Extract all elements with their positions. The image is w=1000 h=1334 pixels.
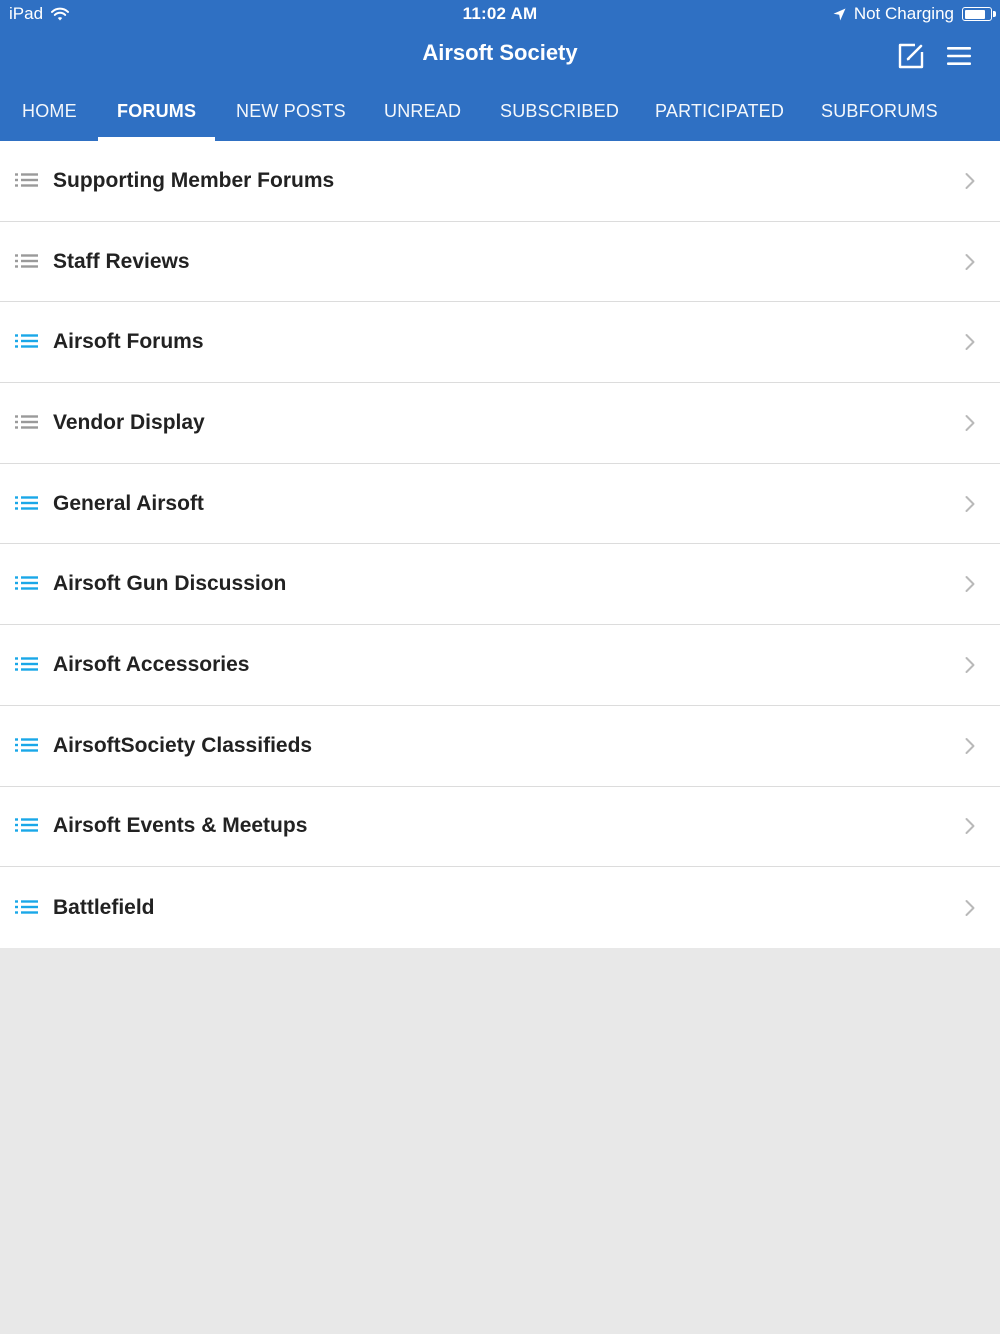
forum-title: Vendor Display <box>53 410 205 434</box>
forum-title: Battlefield <box>53 895 155 919</box>
forum-row[interactable]: Battlefield <box>0 867 1000 948</box>
forum-title: Airsoft Gun Discussion <box>53 572 287 596</box>
list-icon <box>15 737 38 754</box>
list-icon <box>15 415 38 431</box>
forum-row[interactable]: Airsoft Forums <box>0 302 1000 384</box>
forum-row[interactable]: Airsoft Gun Discussion <box>0 544 1000 626</box>
hamburger-menu-icon[interactable] <box>945 44 973 68</box>
forum-row[interactable]: Staff Reviews <box>0 222 1000 303</box>
chevron-right-icon <box>965 818 975 835</box>
chevron-right-icon <box>965 334 975 351</box>
location-arrow-icon <box>833 8 846 20</box>
forum-title: Airsoft Forums <box>53 330 204 354</box>
forum-title: Airsoft Events & Meetups <box>53 814 308 838</box>
compose-icon[interactable] <box>897 42 925 70</box>
tab-bar: HOME FORUMS NEW POSTS UNREAD SUBSCRIBED … <box>0 88 1000 141</box>
chevron-right-icon <box>965 656 975 673</box>
tab-forums[interactable]: FORUMS <box>97 88 216 141</box>
tab-subscribed[interactable]: SUBSCRIBED <box>500 88 619 141</box>
chevron-right-icon <box>965 495 975 512</box>
chevron-right-icon <box>965 737 975 754</box>
chevron-right-icon <box>965 576 975 593</box>
forum-row[interactable]: AirsoftSociety Classifieds <box>0 706 1000 787</box>
forum-title: AirsoftSociety Classifieds <box>53 733 313 757</box>
list-icon <box>15 818 38 834</box>
list-icon <box>15 899 38 916</box>
forum-row[interactable]: Vendor Display <box>0 383 1000 464</box>
list-icon <box>15 495 38 512</box>
forum-row[interactable]: Airsoft Accessories <box>0 625 1000 706</box>
forum-row[interactable]: Airsoft Events & Meetups <box>0 787 1000 868</box>
forum-title: Supporting Member Forums <box>53 168 335 192</box>
chevron-right-icon <box>965 253 975 270</box>
list-icon <box>15 576 38 592</box>
list-icon <box>15 657 38 673</box>
list-icon <box>15 253 38 270</box>
tab-subforums[interactable]: SUBFORUMS <box>821 88 938 141</box>
forum-title: Staff Reviews <box>53 249 190 273</box>
chevron-right-icon <box>965 172 975 189</box>
forum-title: Airsoft Accessories <box>53 652 250 676</box>
battery-icon <box>962 7 996 21</box>
tab-unread[interactable]: UNREAD <box>384 88 461 141</box>
forum-row[interactable]: General Airsoft <box>0 464 1000 545</box>
forum-list: Supporting Member Forums Staff Reviews Air… <box>0 141 1000 948</box>
battery-status-text: Not Charging <box>853 4 954 23</box>
chevron-right-icon <box>965 414 975 431</box>
top-bar: iPad 11:02 AM Not Charging Airsoft Socie… <box>0 0 1000 141</box>
tab-home[interactable]: HOME <box>22 88 77 141</box>
tab-new-posts[interactable]: NEW POSTS <box>236 88 346 141</box>
list-icon <box>15 334 38 350</box>
forum-title: General Airsoft <box>53 491 204 515</box>
page-title: Airsoft Society <box>422 40 578 65</box>
chevron-right-icon <box>965 899 975 916</box>
forum-row[interactable]: Supporting Member Forums <box>0 141 1000 222</box>
status-bar: iPad 11:02 AM Not Charging <box>0 0 1000 28</box>
battery-level <box>964 9 985 19</box>
list-icon <box>15 173 38 189</box>
tab-participated[interactable]: PARTICIPATED <box>655 88 784 141</box>
